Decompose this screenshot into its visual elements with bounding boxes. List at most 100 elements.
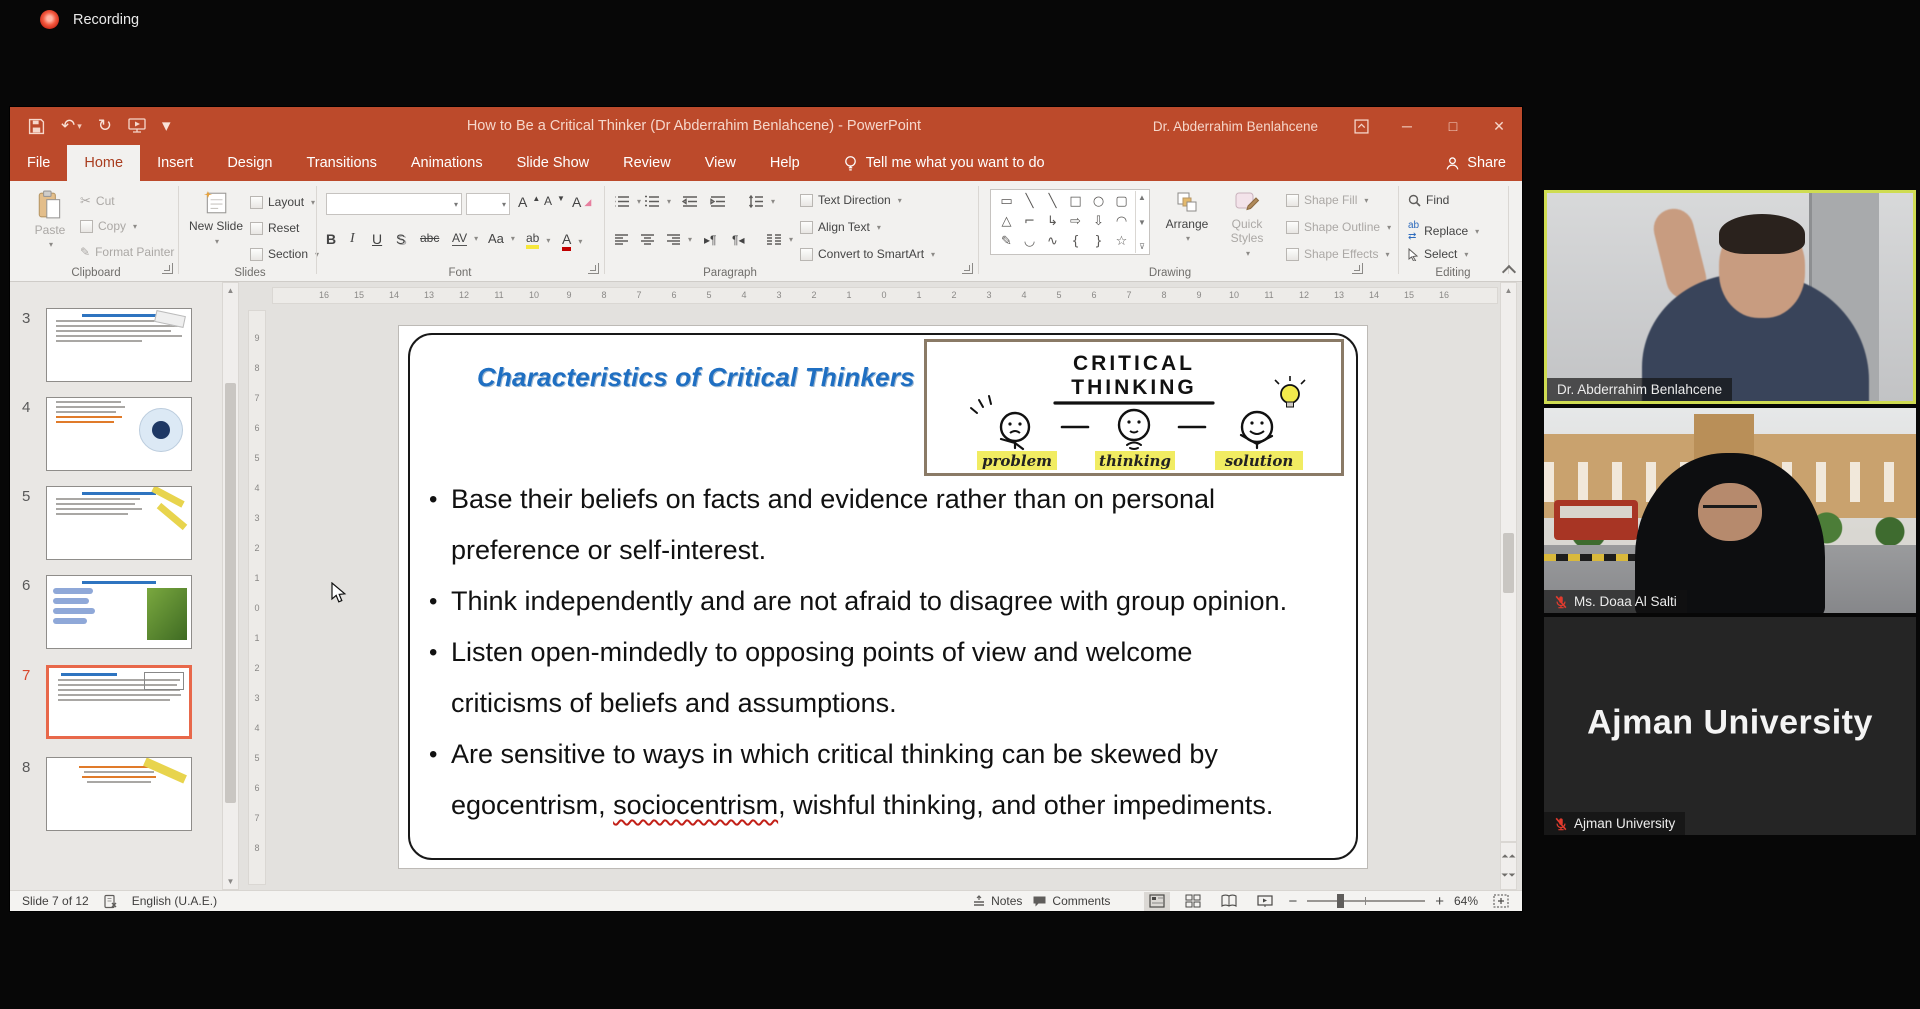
font-name-combobox[interactable]: ▾ bbox=[326, 193, 462, 215]
comments-button[interactable]: Comments bbox=[1032, 894, 1110, 908]
drawing-dialog-launcher[interactable] bbox=[1352, 263, 1363, 274]
start-slideshow-icon[interactable] bbox=[128, 118, 146, 134]
tab-view[interactable]: View bbox=[688, 145, 753, 181]
share-button[interactable]: Share bbox=[1445, 145, 1506, 181]
tab-review[interactable]: Review bbox=[606, 145, 688, 181]
shape-glyph-5[interactable]: ▢ bbox=[1110, 192, 1133, 212]
paste-button[interactable]: Paste ▾ bbox=[26, 190, 74, 249]
shape-outline-button[interactable]: Shape Outline ▾ bbox=[1286, 220, 1391, 234]
font-dialog-launcher[interactable] bbox=[588, 263, 599, 274]
clear-formatting-button[interactable]: A ◢ bbox=[572, 194, 591, 210]
slide-thumbnail-4[interactable]: 4 bbox=[22, 397, 192, 471]
align-center-button[interactable] bbox=[640, 233, 655, 246]
collapse-ribbon-icon[interactable] bbox=[1501, 264, 1517, 280]
font-size-combobox[interactable]: ▾ bbox=[466, 193, 510, 215]
section-button[interactable]: Section ▾ bbox=[250, 247, 319, 261]
slide-nav-buttons[interactable]: ⏶⏶ ⏷⏷ bbox=[1500, 842, 1517, 890]
tab-insert[interactable]: Insert bbox=[140, 145, 210, 181]
strikethrough-button[interactable]: abc bbox=[420, 231, 439, 245]
numbering-button[interactable]: ▾ bbox=[644, 195, 671, 208]
account-name[interactable]: Dr. Abderrahim Benlahcene bbox=[1153, 119, 1318, 134]
participant-tile[interactable]: Ajman University Ajman University bbox=[1544, 617, 1916, 835]
highlight-color-button[interactable]: ab ▾ bbox=[526, 231, 550, 249]
language-indicator[interactable]: English (U.A.E.) bbox=[132, 894, 217, 908]
next-slide-icon[interactable]: ⏷⏷ bbox=[1501, 870, 1515, 881]
quick-styles-button[interactable]: Quick Styles ▾ bbox=[1218, 190, 1276, 258]
find-button[interactable]: Find bbox=[1408, 193, 1449, 207]
shape-glyph-3[interactable]: □ bbox=[1064, 192, 1087, 212]
shape-glyph-17[interactable]: ☆ bbox=[1110, 232, 1133, 252]
reset-button[interactable]: Reset bbox=[250, 221, 299, 235]
tab-file[interactable]: File bbox=[10, 145, 67, 181]
participant-tile-speaker[interactable]: Dr. Abderrahim Benlahcene bbox=[1544, 190, 1916, 404]
shape-glyph-2[interactable]: ╲ bbox=[1041, 192, 1064, 212]
text-shadow-button[interactable]: S bbox=[396, 231, 405, 247]
shape-glyph-7[interactable]: ⌐ bbox=[1018, 212, 1041, 232]
shape-glyph-13[interactable]: ◡ bbox=[1018, 232, 1041, 252]
rtl-direction-button[interactable]: ¶◂ bbox=[732, 233, 744, 247]
maximize-button[interactable]: □ bbox=[1430, 107, 1476, 145]
line-spacing-button[interactable]: ▾ bbox=[748, 195, 775, 208]
slide-indicator[interactable]: Slide 7 of 12 bbox=[22, 894, 89, 908]
critical-thinking-image[interactable]: CRITICAL THINKING problem thinking solut… bbox=[924, 339, 1344, 476]
shrink-font-button[interactable]: A ▼ bbox=[544, 194, 565, 209]
shapes-gallery-scroll[interactable]: ▲ ▼ ⊽ bbox=[1135, 191, 1148, 253]
arrange-button[interactable]: Arrange ▾ bbox=[1160, 190, 1214, 243]
copy-button[interactable]: Copy ▾ bbox=[80, 219, 137, 233]
slide-bullet-list[interactable]: Base their beliefs on facts and evidence… bbox=[427, 474, 1343, 831]
shape-glyph-1[interactable]: ╲ bbox=[1018, 192, 1041, 212]
participant-tile[interactable]: Ms. Doaa Al Salti bbox=[1544, 408, 1916, 613]
zoom-slider-thumb[interactable] bbox=[1337, 894, 1345, 908]
save-icon[interactable] bbox=[28, 118, 45, 135]
clipboard-dialog-launcher[interactable] bbox=[162, 263, 173, 274]
close-button[interactable]: ✕ bbox=[1476, 107, 1522, 145]
zoom-slider[interactable] bbox=[1307, 894, 1426, 908]
tab-slide-show[interactable]: Slide Show bbox=[500, 145, 607, 181]
customize-qat-icon[interactable]: ▾ bbox=[162, 116, 171, 136]
fit-slide-to-window-button[interactable] bbox=[1488, 892, 1514, 911]
zoom-out-button[interactable]: − bbox=[1288, 893, 1297, 910]
convert-smartart-button[interactable]: Convert to SmartArt ▾ bbox=[800, 247, 935, 261]
shape-effects-button[interactable]: Shape Effects ▾ bbox=[1286, 247, 1390, 261]
change-case-button[interactable]: Aa ▾ bbox=[488, 231, 515, 246]
format-painter-button[interactable]: ✎ Format Painter bbox=[80, 245, 174, 259]
underline-button[interactable]: U bbox=[372, 231, 382, 247]
align-right-button[interactable]: ▾ bbox=[666, 233, 692, 246]
shape-glyph-6[interactable]: △ bbox=[995, 212, 1018, 232]
shape-glyph-14[interactable]: ∿ bbox=[1041, 232, 1064, 252]
increase-indent-button[interactable] bbox=[710, 195, 726, 208]
shape-glyph-15[interactable]: { bbox=[1064, 232, 1087, 252]
previous-slide-icon[interactable]: ⏶⏶ bbox=[1501, 851, 1515, 862]
bullets-button[interactable]: ▾ bbox=[614, 195, 641, 208]
shape-glyph-11[interactable]: ◠ bbox=[1110, 212, 1133, 232]
new-slide-button[interactable]: New Slide ▾ bbox=[188, 190, 244, 246]
character-spacing-button[interactable]: AV ▾ bbox=[452, 231, 478, 246]
zoom-level[interactable]: 64% bbox=[1454, 894, 1478, 908]
thumbnail-scrollbar[interactable]: ▲ ▼ bbox=[222, 282, 239, 890]
paragraph-dialog-launcher[interactable] bbox=[962, 263, 973, 274]
shape-glyph-9[interactable]: ⇨ bbox=[1064, 212, 1087, 232]
shape-glyph-12[interactable]: ✎ bbox=[995, 232, 1018, 252]
tab-help[interactable]: Help bbox=[753, 145, 817, 181]
align-left-button[interactable] bbox=[614, 233, 629, 246]
minimize-button[interactable]: ─ bbox=[1384, 107, 1430, 145]
slide-sorter-view-button[interactable] bbox=[1180, 892, 1206, 911]
notes-button[interactable]: Notes bbox=[972, 894, 1022, 908]
select-button[interactable]: Select ▾ bbox=[1408, 247, 1468, 261]
undo-icon[interactable]: ↶ ▾ bbox=[61, 116, 82, 136]
layout-button[interactable]: Layout ▾ bbox=[250, 195, 315, 209]
grow-font-button[interactable]: A ▲ bbox=[518, 194, 540, 211]
align-text-button[interactable]: Align Text ▾ bbox=[800, 220, 881, 234]
decrease-indent-button[interactable] bbox=[682, 195, 698, 208]
cut-button[interactable]: ✂ Cut bbox=[80, 193, 115, 209]
ribbon-display-options-icon[interactable] bbox=[1338, 107, 1384, 145]
slide-canvas[interactable]: Characteristics of Critical Thinkers CRI… bbox=[399, 326, 1367, 868]
tab-design[interactable]: Design bbox=[210, 145, 289, 181]
scroll-down-icon[interactable]: ▼ bbox=[223, 877, 238, 886]
ltr-direction-button[interactable]: ▸¶ bbox=[704, 233, 716, 247]
tell-me-box[interactable]: Tell me what you want to do bbox=[843, 145, 1045, 181]
shape-glyph-4[interactable]: ○ bbox=[1087, 192, 1110, 212]
redo-icon[interactable]: ↻ bbox=[98, 116, 112, 136]
shape-glyph-0[interactable]: ▭ bbox=[995, 192, 1018, 212]
slide-scrollbar[interactable]: ▲ bbox=[1500, 282, 1517, 842]
